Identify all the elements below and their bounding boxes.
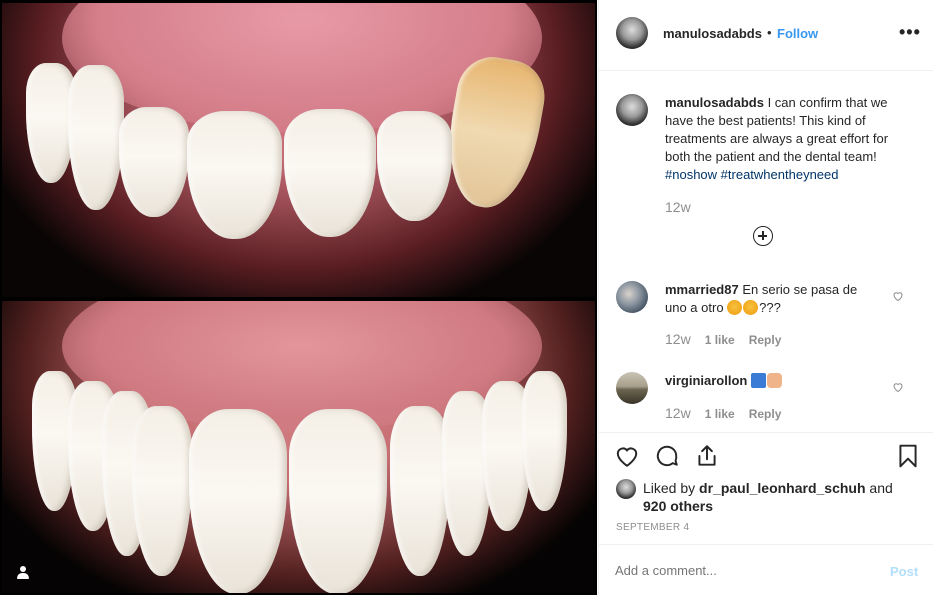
raising-hands-emoji	[766, 373, 782, 388]
top-emoji	[750, 373, 766, 388]
after-photo	[2, 301, 595, 593]
comment-avatar[interactable]	[616, 372, 648, 404]
comment-likes[interactable]: 1 like	[705, 333, 735, 347]
separator-dot: •	[767, 25, 772, 40]
star-eyes-emoji	[727, 300, 743, 315]
post-caption: manulosadabds I can confirm that we have…	[665, 94, 905, 184]
hashtag-link[interactable]: #treatwhentheyneed	[721, 167, 839, 182]
comment-icon[interactable]	[654, 443, 680, 469]
follow-button[interactable]: Follow	[777, 26, 818, 41]
comment-username[interactable]: virginiarollon	[665, 373, 747, 388]
comment-meta: 12w 1 like Reply	[665, 331, 781, 347]
hashtag-link[interactable]: #noshow	[665, 167, 717, 182]
plus-circle-icon[interactable]	[753, 226, 773, 246]
liker-avatar[interactable]	[616, 479, 636, 499]
heart-icon[interactable]	[614, 443, 640, 469]
caption-time[interactable]: 12w	[665, 199, 691, 215]
post-date[interactable]: SEPTEMBER 4	[616, 522, 689, 533]
add-comment-bar: Post	[599, 544, 933, 596]
liked-by-prefix: Liked by	[643, 480, 700, 496]
liker-username[interactable]: dr_paul_leonhard_schuh	[699, 480, 865, 496]
more-icon[interactable]: •••	[899, 22, 921, 43]
post-sidebar: manulosadabds • Follow ••• manulosadabds…	[598, 0, 933, 595]
reply-button[interactable]: Reply	[749, 407, 782, 421]
bookmark-icon[interactable]	[895, 443, 921, 469]
user-tag-icon[interactable]	[16, 566, 30, 580]
comment-text: mmarried87 En serio se pasa de uno a otr…	[665, 281, 875, 317]
comment-avatar[interactable]	[616, 281, 648, 313]
comment-likes[interactable]: 1 like	[705, 407, 735, 421]
star-eyes-emoji	[743, 300, 759, 315]
before-photo	[2, 3, 595, 297]
share-icon[interactable]	[694, 443, 720, 469]
author-avatar[interactable]	[616, 17, 648, 49]
comment-time[interactable]: 12w	[665, 331, 691, 347]
author-username[interactable]: manulosadabds	[663, 26, 762, 41]
reply-button[interactable]: Reply	[749, 333, 782, 347]
caption-avatar[interactable]	[616, 94, 648, 126]
comment-username[interactable]: mmarried87	[665, 282, 739, 297]
comment-like-heart-icon[interactable]	[892, 290, 904, 302]
comment-time[interactable]: 12w	[665, 405, 691, 421]
comment-like-heart-icon[interactable]	[892, 381, 904, 393]
post-header: manulosadabds • Follow •••	[599, 0, 933, 71]
comment-meta: 12w 1 like Reply	[665, 405, 781, 421]
comment-suffix: ???	[759, 300, 781, 315]
liked-by-middle: and	[865, 480, 893, 496]
comment-text: virginiarollon	[665, 372, 875, 390]
post-image[interactable]	[0, 0, 597, 595]
add-comment-input[interactable]	[615, 563, 865, 578]
caption-username[interactable]: manulosadabds	[665, 95, 764, 110]
post-actions: Liked by dr_paul_leonhard_schuh and 920 …	[599, 432, 933, 545]
likes-others[interactable]: 920 others	[643, 498, 713, 514]
post-button[interactable]: Post	[890, 564, 918, 579]
